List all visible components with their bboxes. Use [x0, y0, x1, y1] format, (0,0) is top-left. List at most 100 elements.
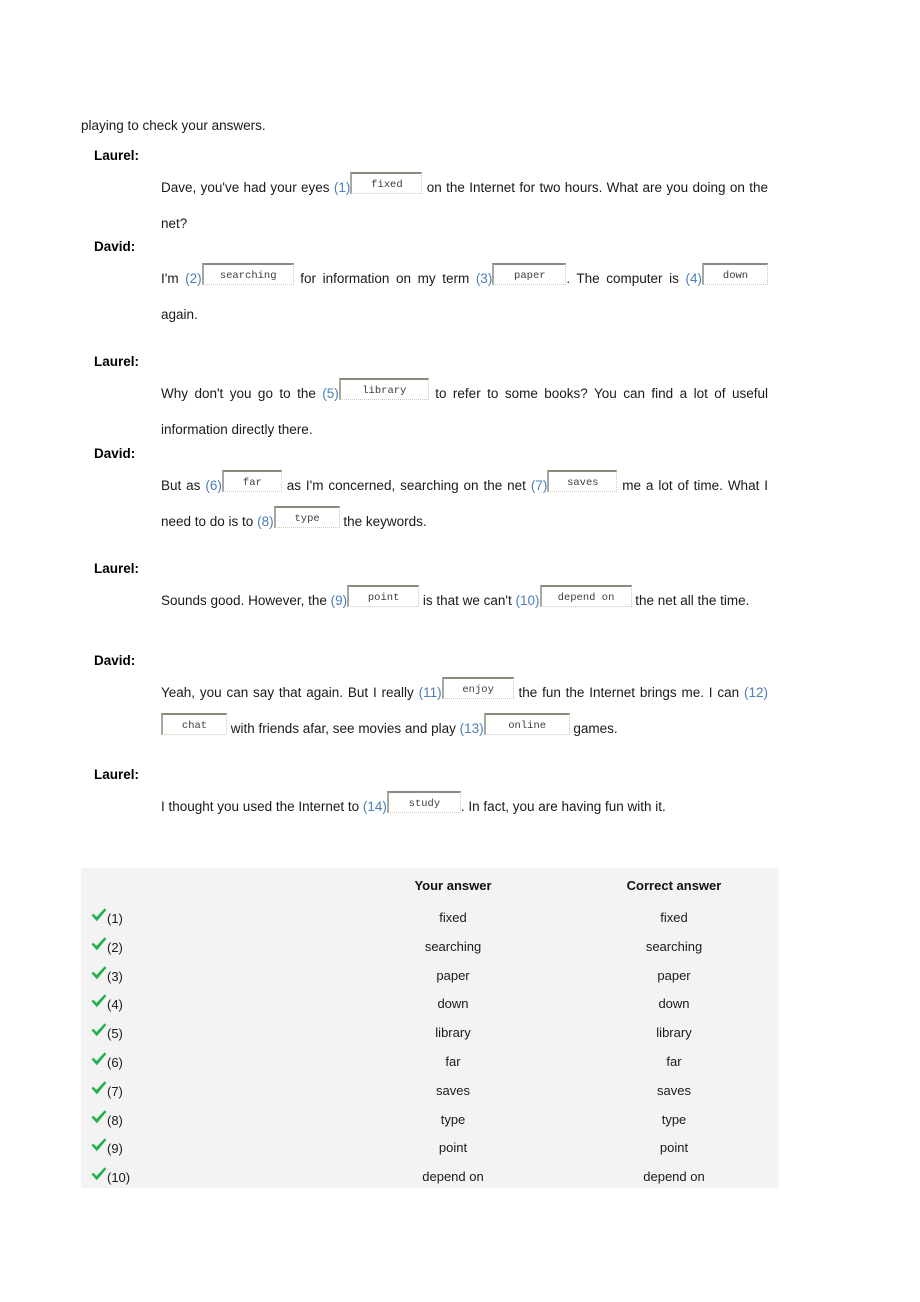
correct-answer-cell: library [656, 1025, 692, 1041]
worksheet-page: playing to check your answers. Laurel: Da… [0, 0, 920, 1302]
table-row: (10) depend on depend on [81, 1167, 779, 1196]
blank-number: (6) [205, 478, 222, 493]
sentence-text: is that we can't [419, 593, 516, 608]
dialogue-text: Sounds good. However, the (9) point is th… [161, 583, 768, 619]
table-row: (2) searching searching [81, 937, 779, 966]
blank-number: (10) [515, 593, 540, 608]
green-check-icon [90, 1109, 108, 1127]
row-index-label: (7) [107, 1083, 123, 1099]
sentence-text: But as [161, 478, 206, 493]
dialogue-text: But as (6) far as I'm concerned, searchin… [161, 468, 768, 540]
correct-answer-cell: point [659, 1140, 689, 1156]
answer-input-box[interactable]: type [273, 506, 340, 529]
answer-input-box[interactable]: point [347, 585, 420, 608]
blank-number: (3) [475, 271, 493, 286]
table-row: (1) fixed fixed [81, 908, 779, 937]
dialogue-text: Yeah, you can say that again. But I real… [161, 675, 768, 747]
sentence-text: again. [161, 307, 198, 322]
speaker-label: Laurel: [94, 354, 140, 369]
sentence-text: Yeah, you can say that again. But I real… [161, 685, 419, 700]
table-row: (3) paper paper [81, 965, 779, 995]
row-index-label: (2) [107, 939, 123, 955]
your-answer-cell: saves [436, 1082, 470, 1098]
table-row: (9) point point [81, 1138, 779, 1167]
your-answer-cell: fixed [439, 910, 467, 925]
answer-input-box[interactable]: fixed [350, 172, 423, 195]
green-check-icon [90, 1022, 108, 1040]
sentence-text: with friends afar, see movies and play [227, 721, 460, 736]
answer-input-box[interactable]: library [338, 378, 429, 401]
your-answer-cell: library [435, 1025, 471, 1041]
sentence-text: Why don't you go to the [161, 386, 323, 401]
blank-number: (14) [362, 799, 387, 814]
speaker-label: Laurel: [94, 561, 140, 576]
sentence-text: for information on my term [293, 271, 476, 286]
correct-answer-cell: type [661, 1111, 687, 1127]
blank-number: (13) [459, 721, 484, 736]
answer-input-box[interactable]: depend on [539, 585, 632, 608]
speaker-label: Laurel: [94, 148, 140, 163]
row-index-label: (8) [107, 1112, 123, 1128]
green-check-icon [90, 1166, 108, 1184]
correct-answer-cell: saves [657, 1082, 691, 1098]
answer-input-box[interactable]: study [386, 791, 461, 814]
answer-input-box[interactable]: chat [161, 713, 227, 736]
answer-input-box[interactable]: enjoy [441, 677, 514, 700]
row-index-label: (1) [107, 911, 123, 926]
your-answer-cell: far [445, 1054, 461, 1069]
answer-input-box[interactable]: online [483, 713, 570, 736]
table-row: (7) saves saves [81, 1081, 779, 1110]
blank-number: (11) [418, 685, 442, 700]
answer-input-box[interactable]: down [702, 263, 768, 286]
green-check-icon [90, 993, 108, 1011]
green-check-icon [90, 1051, 108, 1069]
your-answer-cell: point [438, 1140, 468, 1156]
speaker-label: Laurel: [94, 767, 140, 782]
green-check-icon [90, 907, 108, 925]
results-table: Your answer Correct answer (1) fixed fixed… [81, 868, 779, 1188]
green-check-icon [90, 965, 108, 983]
your-answer-cell: searching [424, 938, 482, 954]
results-header-row: Your answer Correct answer [81, 878, 779, 900]
table-row: (6) far far [81, 1052, 779, 1081]
sentence-text: the keywords. [339, 514, 427, 529]
table-row: (8) type type [81, 1109, 779, 1139]
sentence-text: . The computer is [566, 271, 686, 286]
correct-answer-cell: fixed [660, 910, 688, 925]
blank-number: (7) [530, 478, 548, 493]
green-check-icon [90, 936, 108, 954]
answer-input-box[interactable]: paper [492, 263, 567, 286]
table-row: (4) down down [81, 994, 779, 1023]
row-index-label: (6) [107, 1055, 123, 1070]
green-check-icon [90, 1137, 108, 1155]
dialogue-text: I'm (2) searching for information on my t… [161, 261, 768, 333]
your-answer-cell: depend on [422, 1169, 484, 1185]
sentence-text: Sounds good. However, the [161, 593, 331, 608]
blank-number: (5) [322, 386, 339, 401]
blank-number: (8) [257, 514, 274, 529]
row-index-label: (10) [107, 1170, 131, 1186]
blank-number: (4) [685, 271, 703, 286]
dialogue-text: Dave, you've had your eyes (1) fixed on t… [161, 170, 768, 242]
blank-number: (12) [743, 685, 768, 700]
speaker-label: David: [94, 239, 136, 254]
sentence-text: I'm [161, 271, 186, 286]
sentence-text: as I'm concerned, searching on the net [281, 478, 531, 493]
sentence-text: Dave, you've had your eyes [161, 180, 334, 195]
answer-input-box[interactable]: searching [201, 263, 294, 286]
row-index-label: (4) [107, 997, 123, 1013]
answer-input-box[interactable]: far [221, 470, 282, 493]
correct-answer-cell: far [666, 1054, 682, 1069]
intro-text: playing to check your answers. [81, 118, 266, 133]
speaker-label: David: [94, 653, 136, 668]
speaker-label: David: [94, 446, 136, 461]
correct-answer-cell: depend on [643, 1169, 705, 1185]
dialogue-text: I thought you used the Internet to (14) s… [161, 789, 768, 825]
green-check-icon [90, 1080, 108, 1098]
your-answer-cell: down [437, 996, 469, 1012]
sentence-text: the fun the Internet brings me. I can [513, 685, 744, 700]
your-answer-cell: paper [436, 967, 470, 983]
blank-number: (2) [185, 271, 202, 286]
row-index-label: (3) [107, 968, 123, 984]
answer-input-box[interactable]: saves [547, 470, 618, 493]
